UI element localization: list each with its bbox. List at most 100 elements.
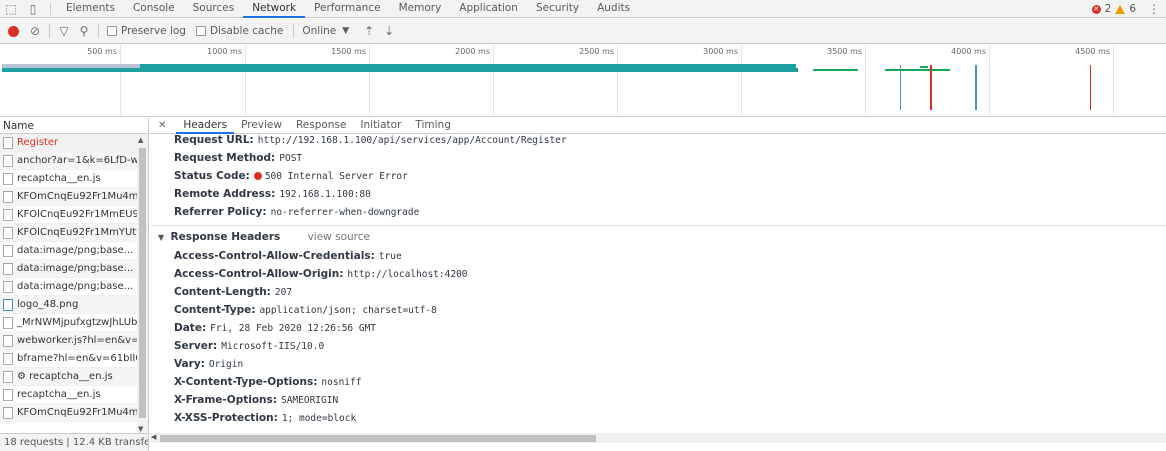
- timeline-gridline: [741, 45, 742, 117]
- issue-counters[interactable]: ✕ 2 6 ⋮: [1091, 0, 1160, 18]
- timeline-overview[interactable]: 500 ms 1000 ms 1500 ms 2000 ms 2500 ms 3000 m…: [0, 45, 1166, 117]
- device-toolbar-icon[interactable]: ▯: [22, 0, 44, 18]
- timeline-bar: [975, 65, 977, 110]
- request-rows: Register anchor?ar=1&k=6LfD-wUT recaptcha_…: [0, 134, 148, 422]
- timeline-tick-label: 2000 ms: [455, 47, 490, 56]
- response-headers: Access-Control-Allow-Credentials: true Acc…: [150, 247, 1166, 427]
- request-row[interactable]: data:image/png;base...: [0, 260, 148, 278]
- request-row[interactable]: KFOlCnqEu92Fr1MmEU9fB: [0, 206, 148, 224]
- tab-sources[interactable]: Sources: [184, 0, 244, 18]
- network-toolbar: ⊘ ▽ ⚲ Preserve log Disable cache Online …: [0, 19, 1166, 44]
- scroll-left-icon[interactable]: ◀: [151, 433, 156, 441]
- request-row[interactable]: anchor?ar=1&k=6LfD-wUT: [0, 152, 148, 170]
- request-row[interactable]: recaptcha__en.js: [0, 386, 148, 404]
- timeline-gridline: [245, 45, 246, 117]
- tab-security[interactable]: Security: [527, 0, 588, 18]
- header-name: Access-Control-Allow-Credentials:: [174, 250, 375, 262]
- timeline-tick-label: 500 ms: [87, 47, 117, 56]
- request-row[interactable]: webworker.js?hl=en&v=61: [0, 332, 148, 350]
- tab-memory[interactable]: Memory: [390, 0, 451, 18]
- tab-elements[interactable]: Elements: [57, 0, 124, 18]
- request-row[interactable]: logo_48.png: [0, 296, 148, 314]
- header-row: Server: Microsoft-IIS/10.0: [150, 337, 1166, 355]
- request-row[interactable]: KFOmCnqEu92Fr1Mu4mxK: [0, 188, 148, 206]
- header-value: Origin: [208, 359, 244, 370]
- request-row[interactable]: Register: [0, 134, 148, 152]
- header-name: Remote Address:: [174, 188, 276, 200]
- scroll-down-icon[interactable]: ▼: [138, 425, 143, 433]
- export-har-icon[interactable]: ⇣: [379, 21, 399, 41]
- inspect-element-icon[interactable]: ⬚: [0, 0, 22, 18]
- request-name: ⚙ recaptcha__en.js: [17, 370, 113, 382]
- request-row[interactable]: recaptcha__en.js: [0, 170, 148, 188]
- timeline-gridline: [120, 45, 121, 117]
- timeline-tick-label: 1000 ms: [207, 47, 242, 56]
- request-row[interactable]: KFOlCnqEu92Fr1MmYUtfB.: [0, 224, 148, 242]
- preserve-log-label: Preserve log: [121, 25, 186, 37]
- clear-icon[interactable]: ⊘: [25, 21, 45, 41]
- timeline-tick-label: 3500 ms: [827, 47, 862, 56]
- header-value: 1; mode=block: [281, 413, 357, 424]
- header-row: Vary: Origin: [150, 355, 1166, 373]
- expand-triangle-icon[interactable]: ▼: [158, 233, 164, 242]
- request-list-scrollbar[interactable]: ▲ ▼: [137, 136, 148, 433]
- tab-console[interactable]: Console: [124, 0, 184, 18]
- record-icon[interactable]: [8, 25, 19, 37]
- response-headers-section[interactable]: ▼ Response Headers view source: [150, 225, 1166, 247]
- timeline-gridline: [989, 45, 990, 117]
- timeline-tick-label: 1500 ms: [331, 47, 366, 56]
- request-name: data:image/png;base...: [17, 262, 134, 274]
- header-row: Request Method: POST: [150, 149, 1166, 167]
- header-value: 207: [274, 287, 293, 298]
- request-row[interactable]: bframe?hl=en&v=61bII03-: [0, 350, 148, 368]
- request-row[interactable]: KFOmCnqEu92Fr1Mu4mxK: [0, 404, 148, 422]
- details-horizontal-scrollbar[interactable]: ◀: [150, 433, 1166, 443]
- throttling-select[interactable]: Online: [302, 25, 336, 37]
- document-file-icon: [3, 154, 13, 167]
- preserve-log-checkbox[interactable]: [107, 26, 117, 36]
- tab-application[interactable]: Application: [450, 0, 527, 18]
- header-name: Server:: [174, 340, 218, 352]
- tab-audits[interactable]: Audits: [588, 0, 639, 18]
- close-icon[interactable]: ✕: [158, 120, 166, 131]
- header-name: Request Method:: [174, 152, 276, 164]
- request-row[interactable]: data:image/png;base...: [0, 242, 148, 260]
- request-row[interactable]: data:image/png;base...: [0, 278, 148, 296]
- header-name: Status Code:: [174, 170, 250, 182]
- header-name: Date:: [174, 322, 207, 334]
- request-row[interactable]: _MrNWMjpufxgtzwJhLUba: [0, 314, 148, 332]
- import-har-icon[interactable]: ⇡: [359, 21, 379, 41]
- document-file-icon: [3, 406, 13, 419]
- request-name: KFOmCnqEu92Fr1Mu4mxK: [17, 406, 148, 418]
- more-options-icon[interactable]: ⋮: [1148, 2, 1160, 16]
- search-icon[interactable]: ⚲: [74, 21, 94, 41]
- warning-count: 6: [1129, 3, 1136, 15]
- disable-cache-checkbox[interactable]: [195, 26, 206, 36]
- filter-icon[interactable]: ▽: [54, 21, 74, 41]
- request-details: ✕ Headers Preview Response Initiator Timing …: [150, 118, 1166, 451]
- disable-cache-label: Disable cache: [209, 25, 284, 37]
- request-name: data:image/png;base...: [17, 244, 134, 256]
- request-row[interactable]: ⚙ recaptcha__en.js: [0, 368, 148, 386]
- error-count: 2: [1104, 3, 1112, 15]
- tab-performance[interactable]: Performance: [305, 0, 390, 18]
- chevron-down-icon[interactable]: ▼: [342, 26, 349, 36]
- header-row: X-Frame-Options: SAMEORIGIN: [150, 391, 1166, 409]
- header-name: Content-Length:: [174, 286, 271, 298]
- timeline-bar: [1090, 65, 1091, 110]
- header-name: X-Frame-Options:: [174, 394, 277, 406]
- timeline-tick-label: 4500 ms: [1075, 47, 1110, 56]
- scrollbar-thumb[interactable]: [160, 435, 596, 442]
- scrollbar-thumb[interactable]: [139, 148, 146, 418]
- timeline-tick-label: 4000 ms: [951, 47, 986, 56]
- document-file-icon: [3, 316, 13, 329]
- view-source-link[interactable]: view source: [308, 231, 370, 243]
- document-file-icon: [3, 172, 13, 185]
- tab-network[interactable]: Network: [243, 0, 306, 18]
- name-column-header[interactable]: Name: [0, 118, 148, 134]
- header-name: X-Content-Type-Options:: [174, 376, 318, 388]
- document-file-icon: [3, 388, 13, 401]
- document-file-icon: [3, 190, 13, 203]
- document-file-icon: [3, 370, 13, 383]
- scroll-up-icon[interactable]: ▲: [138, 136, 143, 144]
